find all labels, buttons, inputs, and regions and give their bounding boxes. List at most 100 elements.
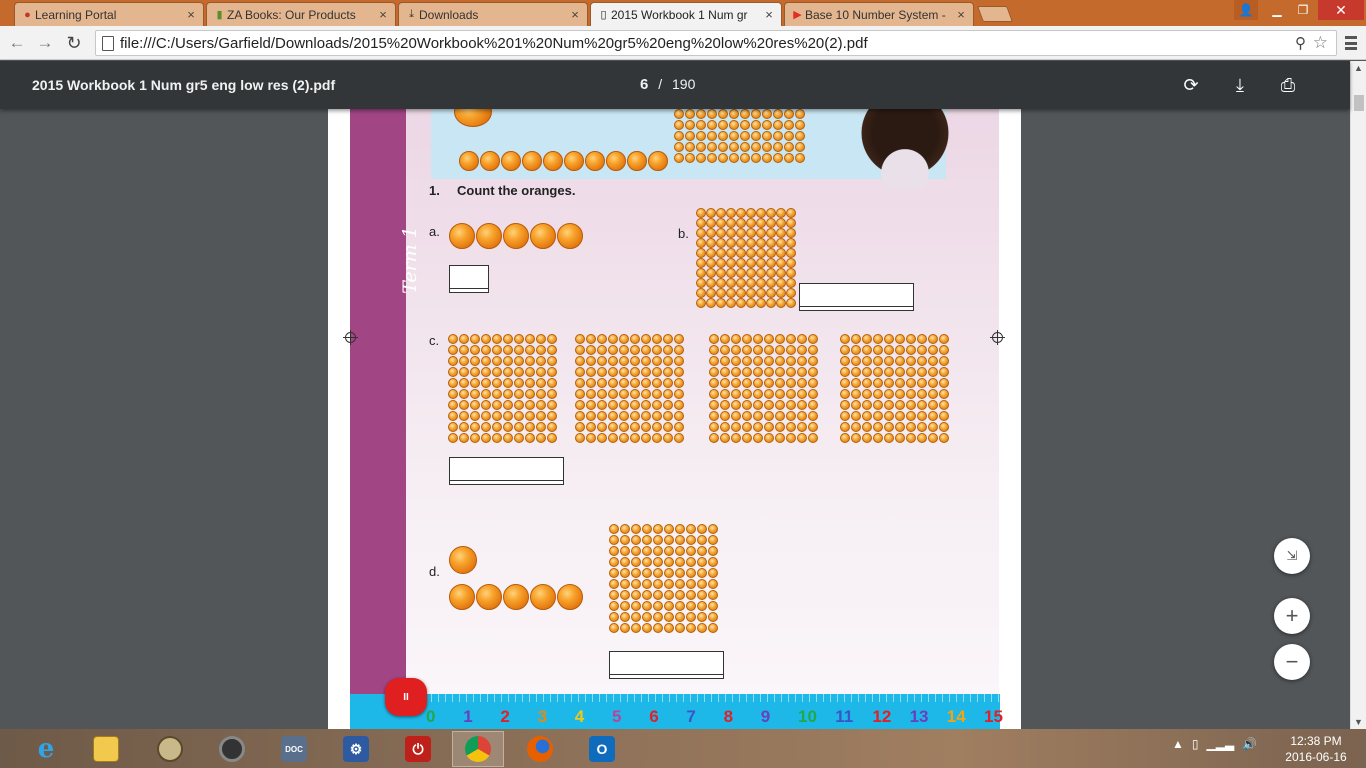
orange-dot-icon [808, 411, 818, 421]
speaker-app-icon[interactable] [206, 731, 258, 767]
chrome-icon[interactable] [452, 731, 504, 767]
print-icon[interactable]: ⎙ [1276, 73, 1300, 97]
orange-dot-icon [547, 433, 557, 443]
power-app-icon[interactable]: ⏻ [392, 731, 444, 767]
orange-dot-icon [716, 218, 726, 228]
orange-dot-icon [685, 153, 695, 163]
orange-dot-icon [766, 248, 776, 258]
close-icon[interactable]: × [569, 7, 581, 22]
rotate-icon[interactable]: ⟳ [1179, 73, 1203, 97]
download-icon[interactable]: ⤓ [1228, 73, 1252, 97]
fit-to-page-icon[interactable]: ⇲ [1274, 538, 1310, 574]
orange-dot-icon [766, 218, 776, 228]
orange-dot-icon [631, 612, 641, 622]
volume-icon[interactable]: 🔊 [1242, 737, 1257, 751]
minimize-button[interactable]: ▁ [1264, 0, 1290, 20]
orange-icon [606, 151, 626, 171]
scroll-thumb[interactable] [1354, 95, 1364, 111]
tab-workbook[interactable]: ▯ 2015 Workbook 1 Num gr × [590, 2, 782, 26]
settings-app-icon[interactable]: ⚙ [330, 731, 382, 767]
close-icon[interactable]: × [763, 7, 775, 22]
close-window-button[interactable]: ✕ [1318, 0, 1364, 20]
orange-dot-icon [720, 356, 730, 366]
outlook-icon[interactable]: O [576, 731, 628, 767]
orange-dot-icon [448, 334, 458, 344]
media-app-icon[interactable] [144, 731, 196, 767]
tab-learning-portal[interactable]: ● Learning Portal × [14, 2, 204, 26]
zoom-in-button[interactable]: + [1274, 598, 1310, 634]
scroll-up-icon[interactable]: ▲ [1354, 63, 1363, 73]
orange-icon [648, 151, 668, 171]
orange-dot-icon [862, 433, 872, 443]
internet-explorer-icon[interactable]: e [20, 731, 72, 767]
show-hidden-icons-icon[interactable]: ▲ [1172, 737, 1184, 751]
file-explorer-icon[interactable] [80, 731, 132, 767]
orange-dot-icon [642, 623, 652, 633]
orange-dot-icon [808, 334, 818, 344]
orange-dot-icon [740, 142, 750, 152]
orange-dot-icon [653, 579, 663, 589]
orange-dot-icon [663, 345, 673, 355]
orange-dot-icon [630, 378, 640, 388]
orange-dot-icon [808, 356, 818, 366]
tab-base10[interactable]: ▶ Base 10 Number System - × [784, 2, 974, 26]
forward-arrow-icon[interactable]: → [35, 33, 55, 53]
orange-dot-icon [652, 367, 662, 377]
pause-button[interactable]: II [385, 678, 427, 716]
orange-dot-icon [708, 568, 718, 578]
orange-dot-icon [746, 278, 756, 288]
orange-dot-icon [696, 258, 706, 268]
battery-icon[interactable]: ▯ [1192, 737, 1199, 751]
orange-dot-icon [663, 433, 673, 443]
url-text[interactable]: file:///C:/Users/Garfield/Downloads/2015… [120, 35, 868, 52]
close-icon[interactable]: × [377, 7, 389, 22]
bookmark-star-icon[interactable]: ☆ [1313, 33, 1328, 53]
orange-dot-icon [729, 131, 739, 141]
profile-icon[interactable]: 👤 [1234, 0, 1258, 20]
orange-dot-icon [740, 131, 750, 141]
answer-box-c[interactable] [449, 457, 564, 485]
number-line-label: 13 [909, 707, 929, 726]
maximize-button[interactable]: ❐ [1290, 0, 1316, 20]
orange-dot-icon [481, 389, 491, 399]
tab-za-books[interactable]: ▮ ZA Books: Our Products × [206, 2, 396, 26]
orange-dot-icon [873, 367, 883, 377]
orange-dot-icon [664, 524, 674, 534]
clock[interactable]: 12:38 PM 2016-06-16 [1276, 733, 1356, 765]
menu-icon[interactable] [1343, 34, 1359, 52]
orange-dot-icon [716, 238, 726, 248]
new-tab-button[interactable] [977, 6, 1013, 22]
address-bar[interactable]: file:///C:/Users/Garfield/Downloads/2015… [95, 30, 1337, 56]
orange-dot-icon [906, 400, 916, 410]
close-icon[interactable]: × [185, 7, 197, 22]
orange-dot-icon [686, 601, 696, 611]
orange-icon [530, 584, 556, 610]
orange-icon [459, 151, 479, 171]
orange-dot-icon [775, 411, 785, 421]
answer-box-d[interactable] [609, 651, 724, 679]
orange-dot-icon [619, 389, 629, 399]
zoom-magnifier-icon[interactable]: ⚲ [1295, 34, 1306, 52]
answer-box-a[interactable] [449, 265, 489, 293]
orange-dot-icon [641, 367, 651, 377]
orange-dot-icon [609, 524, 619, 534]
orange-dot-icon [641, 378, 651, 388]
firefox-icon[interactable] [514, 731, 566, 767]
close-icon[interactable]: × [955, 7, 967, 22]
page-number-input[interactable]: 6 [640, 76, 648, 93]
scroll-down-icon[interactable]: ▼ [1354, 717, 1363, 727]
doc-app-icon[interactable]: DOC [268, 731, 320, 767]
back-arrow-icon[interactable]: ← [7, 33, 27, 53]
zoom-out-button[interactable]: − [1274, 644, 1310, 680]
reload-icon[interactable]: ↻ [64, 33, 84, 53]
answer-box-b[interactable] [799, 283, 914, 311]
orange-dot-icon [674, 356, 684, 366]
vertical-scrollbar[interactable]: ▲ ▼ [1350, 61, 1366, 729]
orange-dot-icon [736, 228, 746, 238]
orange-dot-icon [776, 298, 786, 308]
orange-dot-icon [481, 345, 491, 355]
orange-dot-icon [840, 389, 850, 399]
tab-downloads[interactable]: ⤓ Downloads × [398, 2, 588, 26]
orange-dot-icon [707, 109, 717, 119]
network-icon[interactable]: ▁▂▃ [1207, 737, 1235, 751]
